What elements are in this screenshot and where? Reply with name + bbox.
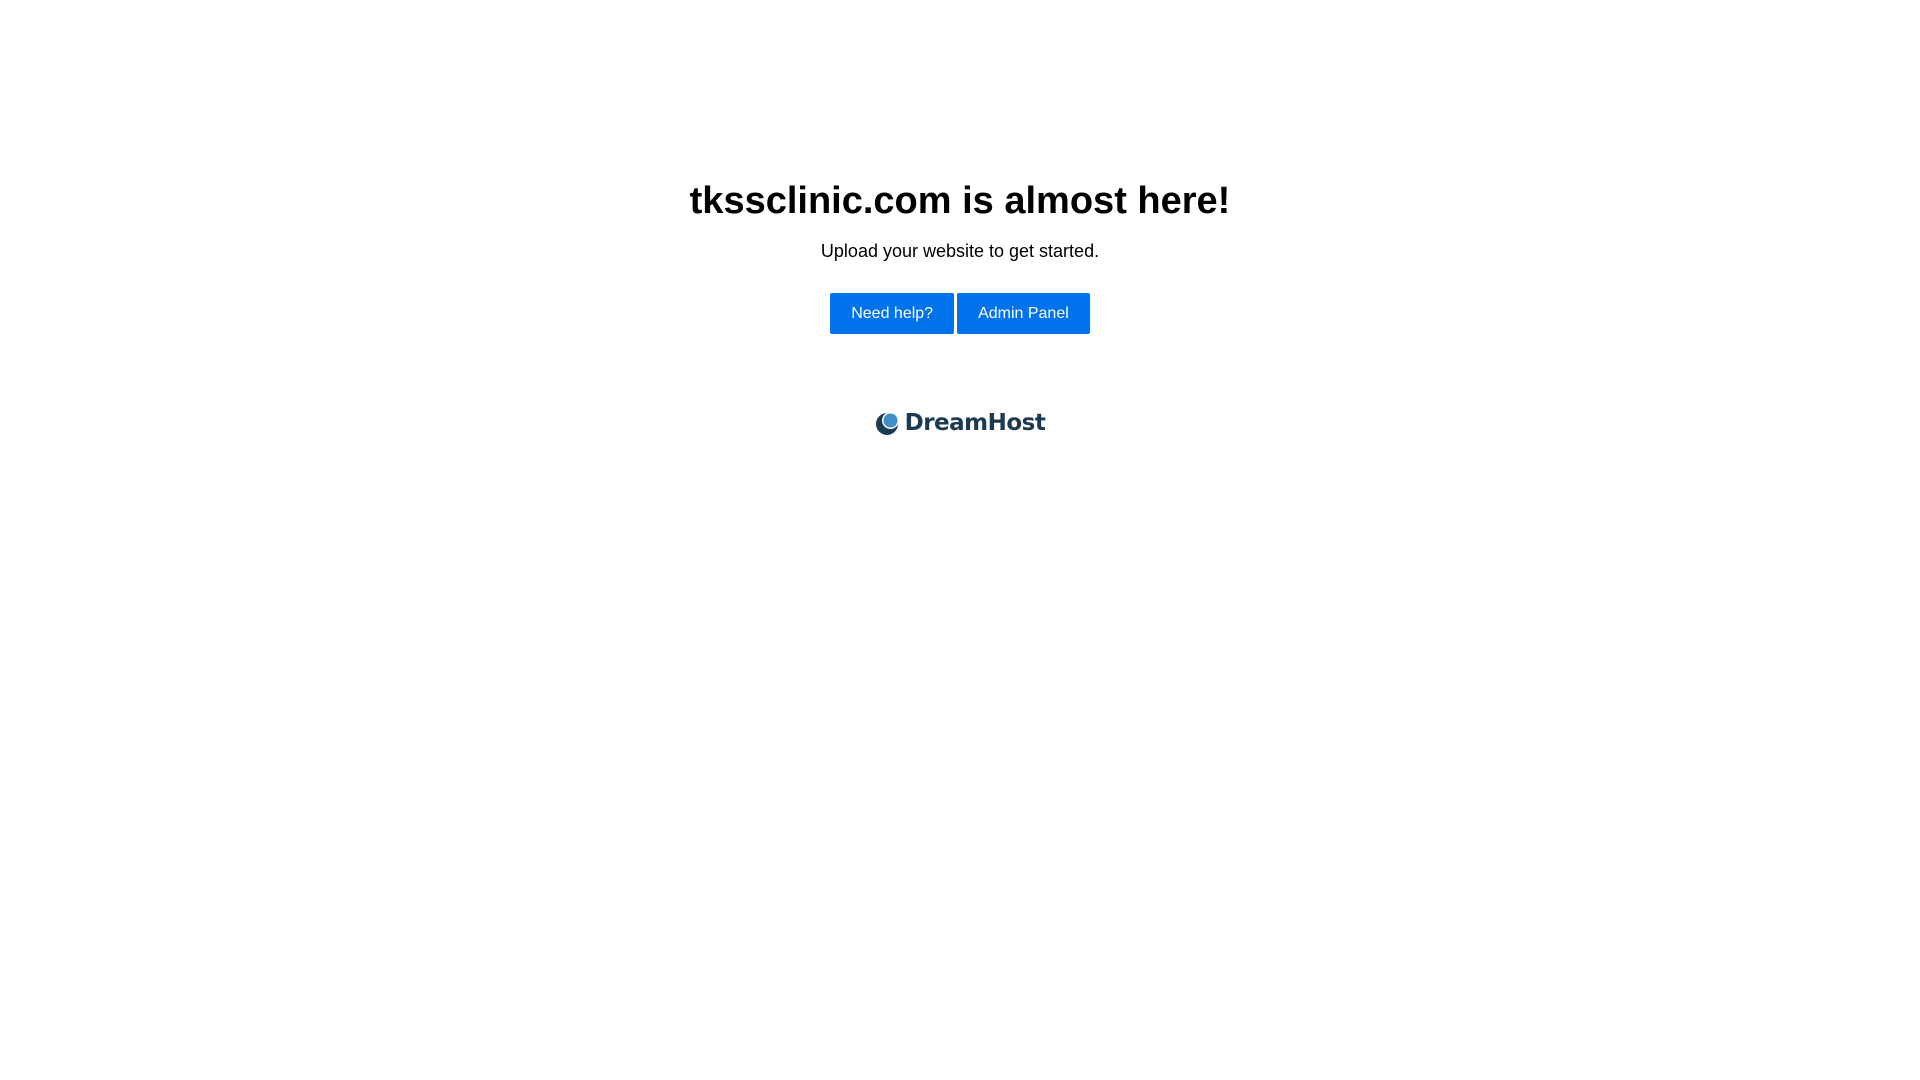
dreamhost-logo[interactable]: DreamHost xyxy=(0,410,1920,436)
need-help-button[interactable]: Need help? xyxy=(830,293,955,334)
page: tkssclinic.com is almost here! Upload yo… xyxy=(0,0,1920,1080)
logo-text: DreamHost xyxy=(904,410,1046,436)
dreamhost-moon-icon xyxy=(875,412,899,435)
main-content: tkssclinic.com is almost here! Upload yo… xyxy=(0,178,1920,334)
page-subtitle: Upload your website to get started. xyxy=(820,241,1100,261)
button-group: Need help? Admin Panel xyxy=(0,293,1920,334)
logo-container: DreamHost xyxy=(875,410,1046,436)
admin-panel-button[interactable]: Admin Panel xyxy=(957,293,1090,334)
page-title: tkssclinic.com is almost here! xyxy=(689,180,1231,222)
